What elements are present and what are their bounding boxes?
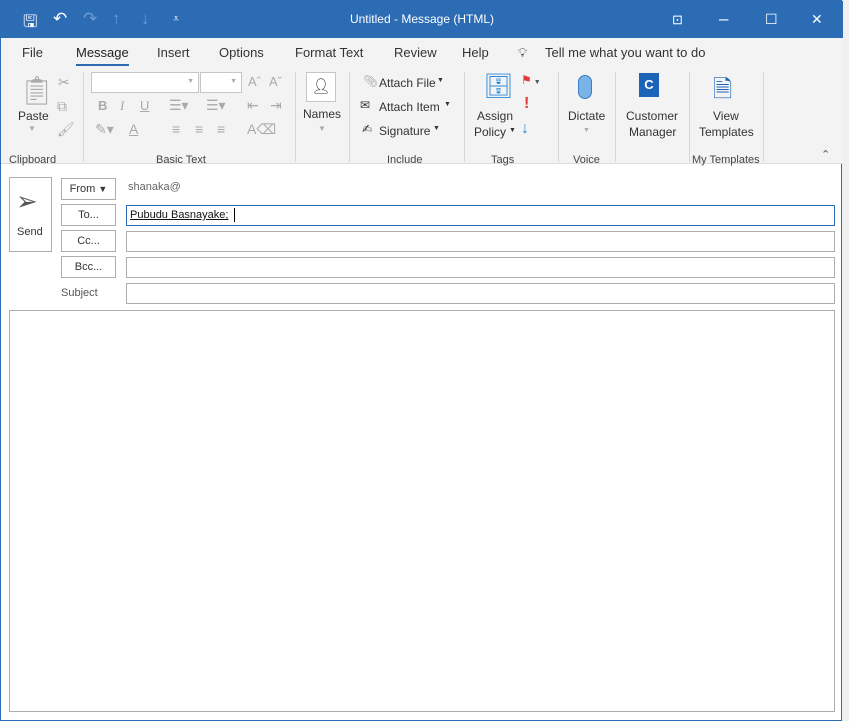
- lightbulb-icon: 💡︎: [518, 45, 528, 60]
- underline-button[interactable]: U: [140, 98, 149, 113]
- divider: [763, 72, 764, 162]
- group-label-my-templates: My Templates: [692, 154, 760, 166]
- tab-message[interactable]: Message: [76, 45, 129, 67]
- tab-options[interactable]: Options: [219, 45, 264, 60]
- subject-label: Subject: [61, 287, 98, 299]
- assign-button[interactable]: Assign: [477, 109, 513, 123]
- view-templates-label: Templates: [699, 125, 754, 139]
- bcc-button[interactable]: Bcc...: [61, 256, 116, 278]
- message-window: 🖫 ↶ ↷ ↑ ↓ ⩡ Untitled - Message (HTML) ⊡ …: [0, 0, 843, 721]
- from-button[interactable]: From ▼: [61, 178, 116, 200]
- customer-manager-button[interactable]: Customer: [626, 109, 678, 123]
- customer-manager-label: Manager: [629, 125, 677, 139]
- decrease-indent-icon[interactable]: ⇤: [247, 97, 259, 114]
- tell-me-search[interactable]: Tell me what you want to do: [545, 45, 705, 60]
- font-color-button[interactable]: A: [129, 121, 138, 137]
- chevron-down-icon: ▼: [583, 127, 590, 134]
- tab-format-text[interactable]: Format Text: [295, 45, 363, 60]
- high-importance-icon[interactable]: !: [524, 95, 529, 113]
- ribbon-display-icon[interactable]: ⊡: [672, 12, 683, 28]
- low-importance-icon[interactable]: ↓: [521, 120, 529, 138]
- divider: [349, 72, 350, 162]
- divider: [689, 72, 690, 162]
- microphone-icon: [578, 75, 592, 99]
- shrink-font-icon[interactable]: Aˇ: [269, 74, 282, 89]
- subject-field[interactable]: [126, 283, 835, 304]
- divider: [295, 72, 296, 162]
- italic-button[interactable]: I: [120, 98, 124, 114]
- group-label-include: Include: [387, 154, 423, 166]
- numbering-icon[interactable]: ☰▾: [206, 97, 226, 114]
- divider: [83, 72, 84, 162]
- tab-review[interactable]: Review: [394, 45, 437, 60]
- divider: [464, 72, 465, 162]
- text-cursor: [234, 208, 235, 222]
- align-right-icon[interactable]: ≡: [217, 121, 225, 137]
- highlight-icon[interactable]: ✎▾: [95, 121, 114, 138]
- follow-up-flag-icon[interactable]: ⚑ ▼: [521, 73, 541, 87]
- bold-button[interactable]: B: [98, 98, 107, 113]
- chevron-down-icon: ▼: [318, 124, 326, 133]
- group-label-clipboard: Clipboard: [9, 154, 57, 166]
- tab-file[interactable]: File: [22, 45, 43, 60]
- collapse-ribbon-icon[interactable]: ⌃: [821, 148, 830, 161]
- cut-icon[interactable]: ✂: [58, 74, 70, 91]
- divider: [615, 72, 616, 162]
- group-label-basic-text: Basic Text: [156, 154, 206, 166]
- assign-policy-icon: 🗄︎: [483, 73, 514, 100]
- dictate-button[interactable]: Dictate: [568, 109, 605, 123]
- paperclip-icon: 📎︎: [363, 74, 379, 88]
- tab-insert[interactable]: Insert: [157, 45, 190, 60]
- message-body[interactable]: [9, 310, 835, 712]
- cc-button[interactable]: Cc...: [61, 230, 116, 252]
- bullets-icon[interactable]: ☰▾: [169, 97, 189, 114]
- ribbon-tabs: File Message Insert Options Format Text …: [1, 38, 843, 67]
- bcc-field[interactable]: [126, 257, 835, 278]
- names-button[interactable]: Names: [303, 107, 341, 121]
- window-title: Untitled - Message (HTML): [349, 12, 495, 26]
- view-templates-button[interactable]: View: [713, 109, 739, 123]
- to-button[interactable]: To...: [61, 204, 116, 226]
- font-name-dropdown[interactable]: ▼: [91, 72, 199, 93]
- align-left-icon[interactable]: ≡: [172, 121, 180, 137]
- chevron-down-icon: ▼: [28, 124, 36, 133]
- group-label-tags: Tags: [491, 154, 515, 166]
- from-value: shanaka@: [128, 181, 181, 193]
- send-label: Send: [17, 226, 43, 238]
- signature-button[interactable]: Signature: [379, 124, 430, 138]
- clear-formatting-icon[interactable]: A⌫: [247, 121, 276, 138]
- tab-help[interactable]: Help: [462, 45, 489, 60]
- align-center-icon[interactable]: ≡: [195, 121, 203, 137]
- recipient-pubudu[interactable]: Pubudu Basnayake;: [130, 209, 228, 221]
- copy-icon[interactable]: ⧉: [57, 98, 67, 115]
- minimize-icon[interactable]: –: [719, 9, 728, 29]
- format-painter-icon[interactable]: 🖌︎: [57, 121, 75, 138]
- grow-font-icon[interactable]: Aˆ: [248, 74, 261, 89]
- paste-button[interactable]: Paste: [18, 109, 49, 123]
- attach-item-button[interactable]: Attach Item: [379, 100, 440, 114]
- customer-manager-icon: C: [639, 73, 659, 97]
- cc-field[interactable]: [126, 231, 835, 252]
- maximize-icon[interactable]: ☐: [765, 11, 778, 28]
- title-bar: 🖫 ↶ ↷ ↑ ↓ ⩡ Untitled - Message (HTML) ⊡ …: [1, 1, 843, 38]
- ribbon: 📋︎ Paste ▼ ✂ ⧉ 🖌︎ Clipboard ▼ ▼ Aˆ Aˇ B …: [1, 66, 843, 166]
- to-field[interactable]: Pubudu Basnayake;: [126, 205, 835, 226]
- group-label-voice: Voice: [573, 154, 600, 166]
- send-button[interactable]: ➢ Send: [9, 177, 52, 252]
- close-icon[interactable]: ✕: [811, 11, 823, 28]
- view-templates-icon: 🗎︎: [713, 76, 733, 103]
- policy-button[interactable]: Policy: [474, 125, 506, 139]
- signature-icon: ✍︎: [362, 122, 373, 136]
- attach-file-button[interactable]: Attach File: [379, 76, 436, 90]
- divider: [558, 72, 559, 162]
- address-book-icon: 👤︎: [306, 72, 336, 102]
- attach-item-icon: ✉︎: [360, 98, 371, 112]
- increase-indent-icon[interactable]: ⇥: [270, 97, 282, 114]
- paste-icon: 📋︎: [19, 75, 55, 106]
- font-size-dropdown[interactable]: ▼: [200, 72, 242, 93]
- send-icon: ➢: [16, 186, 38, 216]
